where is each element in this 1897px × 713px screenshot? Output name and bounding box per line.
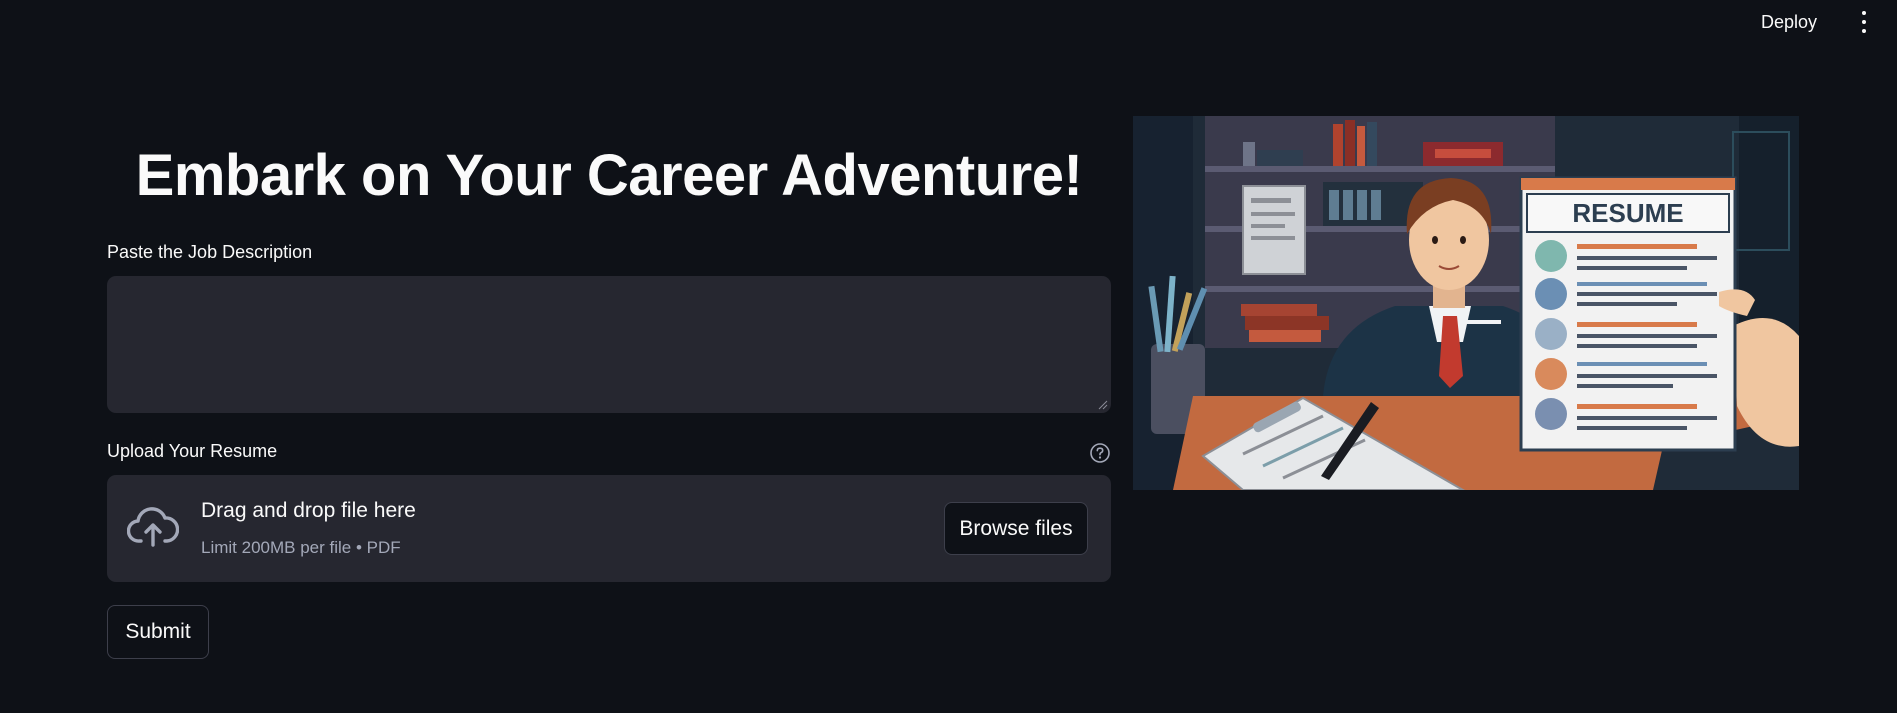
question-circle-icon[interactable] (1089, 442, 1111, 464)
file-dropzone[interactable]: Drag and drop file here Limit 200MB per … (107, 475, 1111, 582)
submit-button[interactable]: Submit (107, 605, 209, 659)
resume-heading-text: RESUME (1572, 198, 1683, 228)
job-description-container (107, 276, 1111, 413)
dropzone-instructions: Drag and drop file here (201, 499, 416, 522)
resume-illustration: RESUME (1133, 116, 1799, 490)
job-description-input[interactable] (107, 276, 1111, 413)
app-header: Deploy (0, 0, 1897, 44)
job-description-label: Paste the Job Description (107, 242, 313, 262)
more-vertical-icon[interactable] (1856, 9, 1872, 35)
browse-files-button[interactable]: Browse files (944, 502, 1088, 555)
deploy-button[interactable]: Deploy (1757, 9, 1821, 35)
resume-upload-label: Upload Your Resume (107, 441, 278, 461)
dropzone-limit-text: Limit 200MB per file • PDF (201, 538, 401, 557)
resize-handle-icon[interactable] (1098, 400, 1108, 410)
page-title: Embark on Your Career Adventure! (135, 143, 1083, 208)
cloud-upload-icon (127, 507, 179, 547)
